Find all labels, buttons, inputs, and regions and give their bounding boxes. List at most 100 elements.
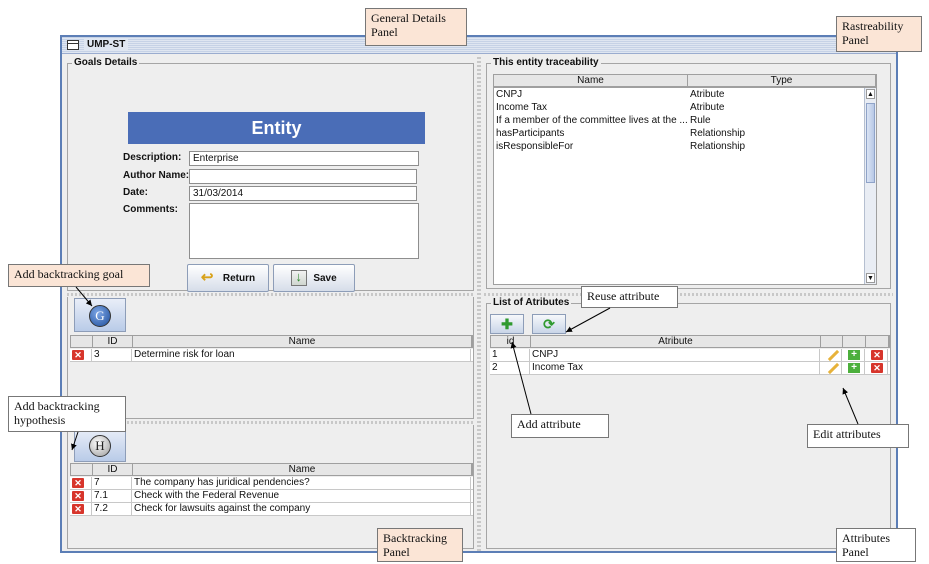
traceability-column-name[interactable]: Name (494, 75, 688, 86)
delete-icon[interactable]: ✕ (72, 350, 84, 360)
date-field[interactable]: 31/03/2014 (189, 186, 417, 201)
reuse-attribute-button[interactable]: ⟳ (532, 314, 566, 334)
delete-cell: ✕ (70, 503, 92, 515)
main-window: UMP-ST Goals Details Entity Description:… (60, 35, 898, 553)
delete-icon[interactable]: ✕ (72, 491, 84, 501)
callout-add-attribute: Add attribute (511, 414, 609, 438)
goals-details-panel: Goals Details Entity Description: Enterp… (67, 57, 474, 292)
plus-icon: ✚ (501, 316, 513, 332)
horizontal-divider[interactable] (484, 293, 893, 296)
list-item[interactable]: isResponsibleFor Relationship (494, 141, 878, 154)
table-row[interactable]: ✕ 3 Determine risk for loan (70, 349, 473, 362)
goal-column-id[interactable]: ID (93, 336, 133, 347)
callout-attributes: Attributes Panel (836, 528, 916, 562)
list-item[interactable]: hasParticipants Relationship (494, 128, 878, 141)
attribute-id: 1 (490, 349, 530, 361)
hypothesis-name: The company has juridical pendencies? (132, 477, 471, 489)
hypothesis-table-header: ID Name (70, 463, 473, 476)
delete-icon[interactable]: ✕ (871, 363, 883, 373)
window-icon (67, 40, 79, 50)
delete-cell: ✕ (70, 477, 92, 489)
scroll-down-icon[interactable]: ▼ (866, 273, 875, 283)
add-backtracking-goal-button[interactable]: G (74, 298, 126, 332)
description-label: Description: (123, 152, 182, 163)
add-icon[interactable]: + (848, 350, 860, 360)
hypothesis-column-name[interactable]: Name (133, 464, 472, 475)
add-attribute-button[interactable]: ✚ (490, 314, 524, 334)
author-name-field[interactable] (189, 169, 417, 184)
hypothesis-id: 7 (92, 477, 132, 489)
delete-cell: ✕ (865, 362, 888, 374)
hypothesis-id: 7.2 (92, 503, 132, 515)
title-bar[interactable]: UMP-ST (62, 37, 896, 54)
return-button[interactable]: Return (187, 264, 269, 292)
goal-column-name[interactable]: Name (133, 336, 472, 347)
horizontal-divider[interactable] (67, 293, 474, 296)
trace-name: hasParticipants (496, 128, 565, 139)
trace-type: Atribute (690, 102, 725, 113)
attributes-column-edit (821, 336, 843, 347)
table-row[interactable]: ✕ 7.1 Check with the Federal Revenue (70, 490, 473, 503)
delete-icon[interactable]: ✕ (72, 504, 84, 514)
delete-cell: ✕ (70, 490, 92, 502)
hypothesis-column-id[interactable]: ID (93, 464, 133, 475)
attributes-legend: List of Atributes (491, 297, 572, 308)
callout-rastreability: Rastreability Panel (836, 16, 922, 52)
table-row[interactable]: ✕ 7 The company has juridical pendencies… (70, 477, 473, 490)
attributes-column-attribute[interactable]: Atribute (531, 336, 821, 347)
callout-reuse-attribute: Reuse attribute (581, 286, 678, 308)
callout-backtracking: Backtracking Panel (377, 528, 463, 562)
description-field[interactable]: Enterprise (189, 151, 419, 166)
table-row[interactable]: ✕ 7.2 Check for lawsuits against the com… (70, 503, 473, 516)
traceability-column-type[interactable]: Type (688, 75, 876, 86)
edit-cell (820, 362, 842, 374)
table-row[interactable]: 2 Income Tax + ✕ (490, 362, 890, 375)
list-item[interactable]: Income Tax Atribute (494, 102, 878, 115)
delete-cell: ✕ (70, 349, 92, 361)
list-item[interactable]: If a member of the committee lives at th… (494, 115, 878, 128)
traceability-legend: This entity traceability (491, 57, 601, 68)
attributes-column-delete (866, 336, 889, 347)
comments-field[interactable] (189, 203, 419, 259)
goal-name: Determine risk for loan (132, 349, 471, 361)
date-label: Date: (123, 187, 149, 198)
table-row[interactable]: 1 CNPJ + ✕ (490, 349, 890, 362)
return-icon (201, 268, 217, 286)
trace-type: Atribute (690, 89, 725, 100)
vertical-divider[interactable] (477, 57, 481, 551)
trace-name: Income Tax (496, 102, 547, 113)
pencil-icon[interactable] (826, 363, 838, 373)
traceability-header: Name Type (493, 74, 877, 87)
goal-icon: G (89, 305, 111, 327)
refresh-icon: ⟳ (543, 316, 555, 332)
traceability-list: CNPJ Atribute Income Tax Atribute If a mem… (493, 87, 877, 285)
callout-add-hypothesis: Add backtracking hypothesis (8, 396, 126, 432)
trace-name: If a member of the committee lives at th… (496, 115, 688, 126)
add-icon[interactable]: + (848, 363, 860, 373)
save-icon (291, 269, 308, 286)
pencil-icon[interactable] (826, 350, 838, 360)
callout-general-details: General Details Panel (365, 8, 467, 46)
scroll-up-icon[interactable]: ▲ (866, 89, 875, 99)
hypothesis-name: Check for lawsuits against the company (132, 503, 471, 515)
goal-column-delete (71, 336, 93, 347)
add-backtracking-hypothesis-button[interactable]: H (74, 428, 126, 462)
save-button[interactable]: Save (273, 264, 355, 292)
delete-icon[interactable]: ✕ (871, 350, 883, 360)
delete-cell: ✕ (865, 349, 888, 361)
attribute-name: Income Tax (530, 362, 820, 374)
goal-id: 3 (92, 349, 132, 361)
horizontal-divider[interactable] (67, 421, 474, 424)
trace-name: isResponsibleFor (496, 141, 574, 152)
list-item[interactable]: CNPJ Atribute (494, 89, 878, 102)
hypothesis-id: 7.1 (92, 490, 132, 502)
delete-icon[interactable]: ✕ (72, 478, 84, 488)
author-name-label: Author Name: (123, 170, 190, 181)
attribute-name: CNPJ (530, 349, 820, 361)
scroll-thumb[interactable] (866, 103, 875, 183)
traceability-scrollbar[interactable]: ▲ ▼ (864, 88, 876, 284)
hypothesis-name: Check with the Federal Revenue (132, 490, 471, 502)
trace-type: Relationship (690, 128, 746, 139)
goal-backtracking-panel: G ID Name ✕ 3 Determine risk for loan (67, 297, 474, 419)
attributes-column-id[interactable]: id (491, 336, 531, 347)
